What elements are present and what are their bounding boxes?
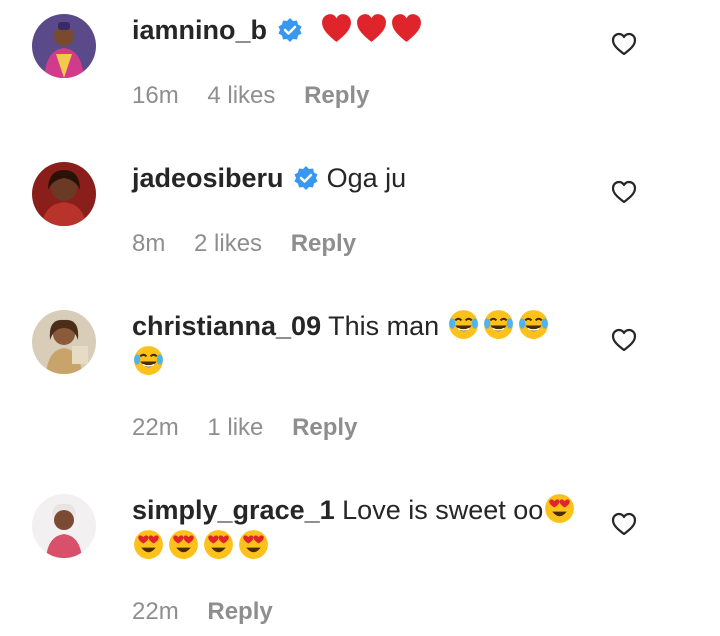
comment-body: christianna_09 This man 22m 1 like Reply [132,308,592,441]
comment-body: iamnino_b 16m 4 likes Reply [132,12,592,109]
reply-button[interactable]: Reply [291,230,356,257]
username[interactable]: christianna_09 [132,311,321,341]
red-heart-icon [320,12,353,45]
comment-text: This man [328,311,440,341]
heart-eyes-icon [543,492,576,525]
tears-of-joy-icon [132,344,165,377]
avatar[interactable] [32,310,96,374]
heart-eyes-icon [237,528,270,561]
like-count[interactable]: 2 likes [194,230,262,257]
heart-eyes-icon [132,528,165,561]
comment-text: Oga ju [326,163,407,193]
verified-badge-icon [293,164,319,190]
comment-line [132,344,592,380]
like-count[interactable]: 1 like [207,414,263,441]
comment-time: 22m [132,414,179,441]
reply-button[interactable]: Reply [292,414,357,441]
verified-badge-icon [277,16,303,42]
comment-line: jadeosiberu Oga ju [132,160,592,196]
like-heart-icon[interactable] [610,30,638,58]
like-count[interactable]: 4 likes [207,82,275,109]
comment-time: 16m [132,82,179,109]
avatar[interactable] [32,14,96,78]
heart-eyes-icon [202,528,235,561]
comment-body: simply_grace_1 Love is sweet oo 22m Repl… [132,492,592,625]
comment-line: iamnino_b [132,12,592,48]
comment-line: christianna_09 This man [132,308,592,344]
comment-line [132,528,592,564]
red-heart-icon [390,12,423,45]
avatar[interactable] [32,162,96,226]
username[interactable]: iamnino_b [132,15,267,45]
comment-meta: 8m 2 likes Reply [132,230,378,258]
red-heart-icon [355,12,388,45]
comment-meta: 22m Reply [132,598,295,626]
tears-of-joy-icon [517,308,550,341]
comment-body: jadeosiberu Oga ju 8m 2 likes Reply [132,160,592,257]
username[interactable]: simply_grace_1 [132,495,335,525]
comment-meta: 22m 1 like Reply [132,414,379,442]
like-heart-icon[interactable] [610,326,638,354]
comment-line: simply_grace_1 Love is sweet oo [132,492,592,528]
comment-meta: 16m 4 likes Reply [132,82,391,110]
comment-time: 8m [132,230,166,257]
reply-button[interactable]: Reply [207,598,272,625]
comment-time: 22m [132,598,179,625]
heart-eyes-icon [167,528,200,561]
like-heart-icon[interactable] [610,178,638,206]
like-heart-icon[interactable] [610,510,638,538]
tears-of-joy-icon [447,308,480,341]
reply-button[interactable]: Reply [304,82,369,109]
comment-text: Love is sweet oo [342,495,544,525]
tears-of-joy-icon [482,308,515,341]
avatar[interactable] [32,494,96,558]
username[interactable]: jadeosiberu [132,163,284,193]
